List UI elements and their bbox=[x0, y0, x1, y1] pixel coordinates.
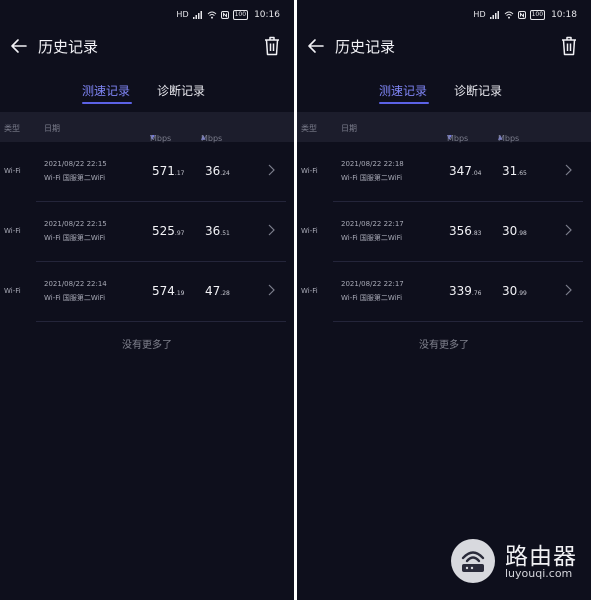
download-speed: 356.83 bbox=[449, 224, 482, 238]
status-time: 10:18 bbox=[551, 10, 577, 20]
download-speed: 525.97 bbox=[152, 224, 185, 238]
row-network: Wi-Fi 国服第二WiFi bbox=[341, 234, 403, 242]
back-arrow-icon[interactable] bbox=[305, 35, 327, 57]
no-more-label: 没有更多了 bbox=[419, 340, 469, 351]
upload-speed: 30.99 bbox=[502, 284, 527, 298]
row-date: 2021/08/22 22:18 bbox=[341, 160, 404, 168]
upload-speed: 36.24 bbox=[205, 164, 230, 178]
chevron-right-icon[interactable] bbox=[565, 284, 572, 296]
table-row[interactable]: Wi-Fi 2021/08/22 22:17 Wi-Fi 国服第二WiFi 33… bbox=[297, 262, 591, 322]
table-row[interactable]: Wi-Fi 2021/08/22 22:15 Wi-Fi 国服第二WiFi 52… bbox=[0, 202, 294, 262]
tab-speed-records[interactable]: 测速记录 bbox=[379, 82, 427, 99]
row-divider bbox=[333, 321, 583, 322]
row-type: Wi-Fi bbox=[301, 287, 318, 295]
row-date: 2021/08/22 22:15 bbox=[44, 220, 107, 228]
row-network: Wi-Fi 国服第二WiFi bbox=[44, 294, 106, 302]
signal-icon bbox=[489, 11, 499, 19]
back-arrow-icon[interactable] bbox=[8, 35, 30, 57]
row-network: Wi-Fi 国服第二WiFi bbox=[44, 234, 106, 242]
chevron-right-icon[interactable] bbox=[565, 224, 572, 236]
signal-icon bbox=[192, 11, 202, 19]
tab-diagnosis-records[interactable]: 诊断记录 bbox=[157, 82, 205, 99]
watermark-title: 路由器 bbox=[505, 544, 577, 570]
row-network: Wi-Fi 国服第二WiFi bbox=[44, 174, 106, 182]
battery-icon: 100 bbox=[232, 10, 249, 20]
phone-screen-right: HD 100 10:18 历史记录 测速记录 诊断记录 类型 日期 ▼ Mbps … bbox=[297, 0, 591, 600]
table-row[interactable]: Wi-Fi 2021/08/22 22:14 Wi-Fi 国服第二WiFi 57… bbox=[0, 262, 294, 322]
table-header: 类型 日期 ▼ Mbps ▲ Mbps bbox=[0, 112, 294, 143]
row-type: Wi-Fi bbox=[4, 227, 21, 235]
tab-bar: 测速记录 诊断记录 bbox=[0, 82, 294, 106]
title-bar: 历史记录 bbox=[0, 32, 294, 60]
row-network: Wi-Fi 国服第二WiFi bbox=[341, 294, 403, 302]
page-title: 历史记录 bbox=[335, 38, 396, 56]
row-type: Wi-Fi bbox=[4, 287, 21, 295]
tab-speed-records[interactable]: 测速记录 bbox=[82, 82, 130, 99]
table-row[interactable]: Wi-Fi 2021/08/22 22:15 Wi-Fi 国服第二WiFi 57… bbox=[0, 142, 294, 202]
tab-bar: 测速记录 诊断记录 bbox=[297, 82, 591, 106]
column-type: 类型 bbox=[301, 124, 317, 133]
column-date: 日期 bbox=[341, 124, 357, 133]
row-type: Wi-Fi bbox=[301, 227, 318, 235]
hd-icon: HD bbox=[473, 10, 486, 19]
row-date: 2021/08/22 22:17 bbox=[341, 280, 404, 288]
trash-icon[interactable] bbox=[559, 35, 579, 57]
watermark-url: luyouqi.com bbox=[505, 567, 573, 580]
chevron-right-icon[interactable] bbox=[565, 164, 572, 176]
row-date: 2021/08/22 22:17 bbox=[341, 220, 404, 228]
tab-active-indicator bbox=[379, 102, 429, 104]
row-network: Wi-Fi 国服第二WiFi bbox=[341, 174, 403, 182]
status-bar: HD 100 10:18 bbox=[473, 8, 577, 22]
trash-icon[interactable] bbox=[262, 35, 282, 57]
chevron-right-icon[interactable] bbox=[268, 164, 275, 176]
download-speed: 347.04 bbox=[449, 164, 482, 178]
status-time: 10:16 bbox=[254, 10, 280, 20]
tab-diagnosis-records[interactable]: 诊断记录 bbox=[454, 82, 502, 99]
row-date: 2021/08/22 22:14 bbox=[44, 280, 107, 288]
phone-screen-left: HD 100 10:16 历史记录 测速记录 诊断记录 类型 日期 ▼ Mbps … bbox=[0, 0, 294, 600]
download-speed: 574.19 bbox=[152, 284, 185, 298]
row-type: Wi-Fi bbox=[301, 167, 318, 175]
upload-speed: 36.51 bbox=[205, 224, 230, 238]
wifi-icon bbox=[207, 11, 216, 19]
page-title: 历史记录 bbox=[38, 38, 99, 56]
table-row[interactable]: Wi-Fi 2021/08/22 22:17 Wi-Fi 国服第二WiFi 35… bbox=[297, 202, 591, 262]
row-date: 2021/08/22 22:15 bbox=[44, 160, 107, 168]
column-date: 日期 bbox=[44, 124, 60, 133]
battery-icon: 100 bbox=[529, 10, 546, 20]
router-logo-icon bbox=[451, 539, 495, 583]
upload-speed: 31.65 bbox=[502, 164, 527, 178]
table-header: 类型 日期 ▼ Mbps ▲ Mbps bbox=[297, 112, 591, 143]
table-row[interactable]: Wi-Fi 2021/08/22 22:18 Wi-Fi 国服第二WiFi 34… bbox=[297, 142, 591, 202]
download-speed: 339.76 bbox=[449, 284, 482, 298]
tab-active-indicator bbox=[82, 102, 132, 104]
upload-speed: 30.98 bbox=[502, 224, 527, 238]
chevron-right-icon[interactable] bbox=[268, 284, 275, 296]
wifi-icon bbox=[504, 11, 513, 19]
download-speed: 571.17 bbox=[152, 164, 185, 178]
row-divider bbox=[36, 321, 286, 322]
hd-icon: HD bbox=[176, 10, 189, 19]
no-more-label: 没有更多了 bbox=[122, 340, 172, 351]
watermark: 路由器 luyouqi.com bbox=[451, 537, 591, 585]
column-type: 类型 bbox=[4, 124, 20, 133]
nfc-icon bbox=[220, 11, 229, 19]
upload-speed: 47.28 bbox=[205, 284, 230, 298]
row-type: Wi-Fi bbox=[4, 167, 21, 175]
title-bar: 历史记录 bbox=[297, 32, 591, 60]
status-bar: HD 100 10:16 bbox=[176, 8, 280, 22]
chevron-right-icon[interactable] bbox=[268, 224, 275, 236]
nfc-icon bbox=[517, 11, 526, 19]
